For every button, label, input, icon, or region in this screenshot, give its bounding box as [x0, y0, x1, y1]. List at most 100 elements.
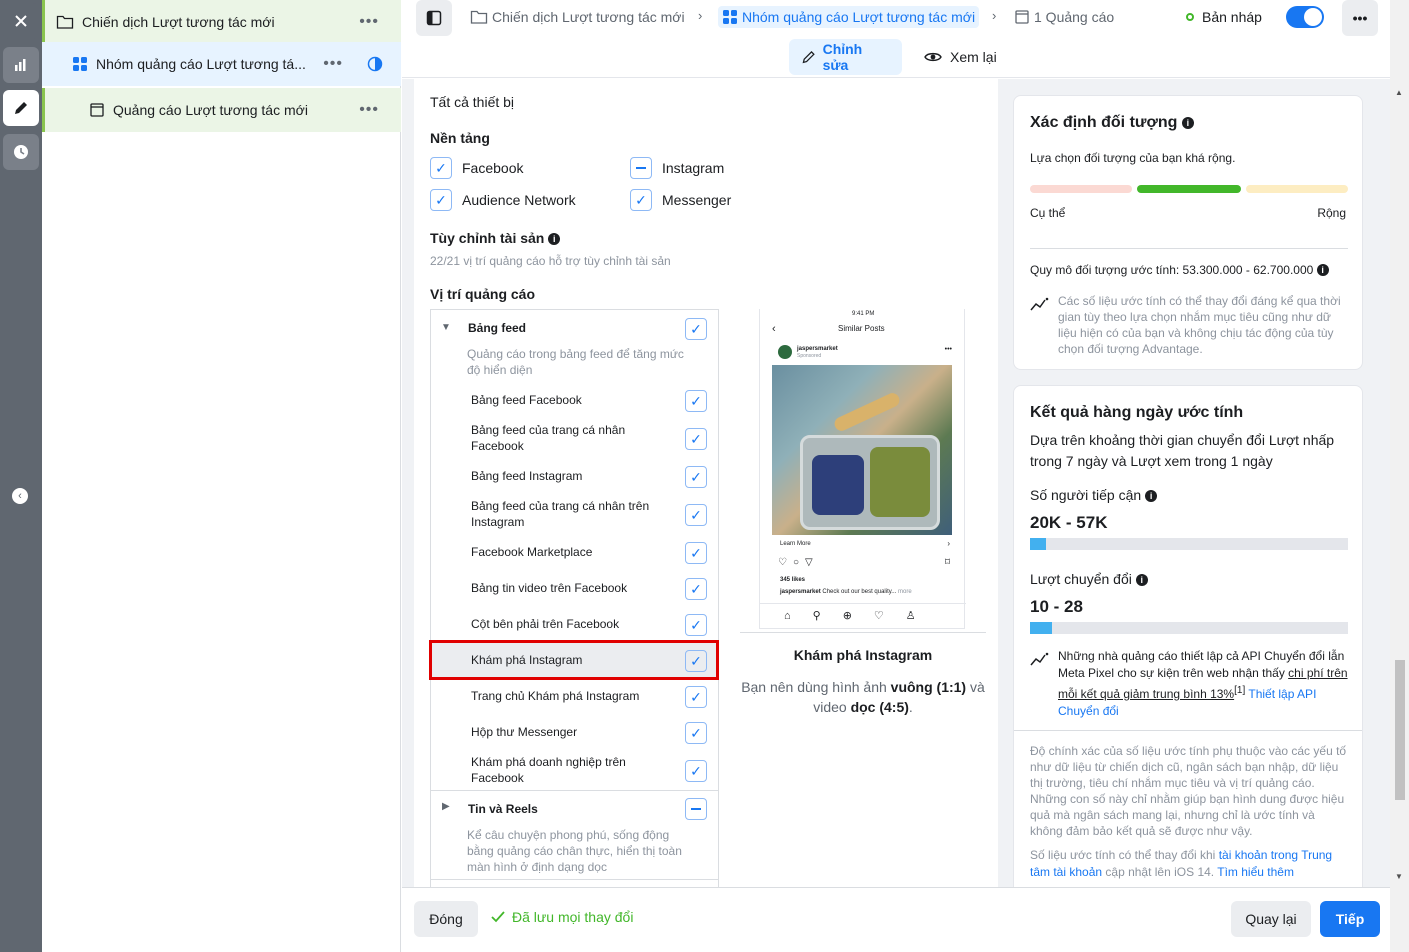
- divider: [431, 790, 718, 791]
- chevron-right-icon: ›: [698, 8, 703, 23]
- draft-status: Bản nháp: [1186, 6, 1262, 28]
- placement-checkbox[interactable]: ✓: [685, 722, 707, 744]
- breadcrumb-campaign-label: Chiến dịch Lượt tương tác mới: [492, 9, 685, 25]
- tab-edit[interactable]: Chỉnh sửa: [789, 39, 902, 75]
- divider: [1030, 248, 1348, 249]
- daily-results-card: Kết quả hàng ngày ước tính Dựa trên khoả…: [1013, 385, 1363, 887]
- tree-item-adset[interactable]: Nhóm quảng cáo Lượt tương tá... •••: [42, 42, 401, 86]
- tree-item-ad[interactable]: Quảng cáo Lượt tương tác mới •••: [42, 88, 401, 132]
- page-scrollbar[interactable]: ▲ ▼: [1390, 0, 1409, 952]
- audience-title-text: Xác định đối tượng: [1030, 114, 1178, 131]
- ad-more-button[interactable]: •••: [359, 101, 379, 119]
- feed-group-label: Bảng feed: [468, 321, 527, 335]
- meter-broad-segment: [1246, 185, 1348, 193]
- caption-more: more: [897, 589, 912, 595]
- tree-campaign-label: Chiến dịch Lượt tương tác mới: [82, 14, 275, 30]
- pencil-icon: [802, 51, 815, 64]
- ios-note-text-2: cập nhật lên iOS 14.: [1105, 865, 1215, 879]
- info-icon[interactable]: i: [1135, 574, 1148, 586]
- divider: [760, 603, 966, 604]
- tree-item-campaign[interactable]: Chiến dịch Lượt tương tác mới •••: [42, 0, 401, 44]
- reach-bar: [1030, 538, 1348, 550]
- close-button[interactable]: [3, 3, 39, 39]
- preview-title: Khám phá Instagram: [793, 647, 933, 663]
- next-button[interactable]: Tiếp: [1320, 901, 1380, 937]
- edit-mode-button[interactable]: [3, 90, 39, 126]
- preview-account: jaspersmarket: [797, 346, 838, 352]
- campaign-more-button[interactable]: •••: [359, 13, 379, 31]
- audience-title: Xác định đối tượng i: [1030, 114, 1194, 132]
- divider: [1014, 730, 1362, 731]
- audience-definition-card: Xác định đối tượng i Lựa chọn đối tượng …: [1013, 95, 1363, 370]
- platform-facebook-checkbox[interactable]: ✓: [430, 157, 452, 179]
- trend-icon: [1030, 297, 1049, 311]
- feed-group-desc: Quảng cáo trong bảng feed để tăng mức độ…: [467, 347, 684, 377]
- reports-button[interactable]: [3, 47, 39, 83]
- tab-review[interactable]: Xem lại: [912, 39, 1009, 75]
- divider: [740, 632, 986, 633]
- eye-icon: [924, 52, 942, 62]
- placement-checkbox[interactable]: ✓: [685, 760, 707, 782]
- platform-audience-network-checkbox[interactable]: ✓: [430, 189, 452, 211]
- minus-icon: [636, 167, 646, 169]
- api-note-sup: [1]: [1234, 685, 1246, 696]
- stories-group-label: Tin và Reels: [468, 802, 538, 816]
- placement-item: Facebook Marketplace: [471, 545, 593, 559]
- devices-value: Tất cả thiết bị: [430, 94, 515, 110]
- info-icon[interactable]: i: [1181, 117, 1194, 129]
- stories-group-checkbox[interactable]: [685, 798, 707, 820]
- conversions-bar: [1030, 622, 1348, 634]
- preview-sponsored: Sponsored: [797, 353, 822, 359]
- caret-right-icon[interactable]: ▶: [442, 801, 450, 812]
- chevron-left-icon: ‹: [772, 323, 776, 335]
- sidebar-icon: [426, 10, 442, 26]
- phone-screen-title: Similar Posts: [838, 324, 885, 333]
- platform-messenger-checkbox[interactable]: ✓: [630, 189, 652, 211]
- meter-active-segment: [1137, 185, 1241, 193]
- back-button[interactable]: Quay lại: [1231, 901, 1311, 937]
- info-icon[interactable]: i: [1145, 490, 1158, 502]
- header-more-button[interactable]: •••: [1342, 0, 1378, 36]
- platform-instagram-checkbox[interactable]: [630, 157, 652, 179]
- learn-more-link[interactable]: Tìm hiểu thêm: [1217, 865, 1294, 879]
- phone-time: 9:41 PM: [852, 311, 875, 317]
- placement-checkbox[interactable]: ✓: [685, 428, 707, 450]
- placement-item: Bảng tin video trên Facebook: [471, 581, 628, 595]
- placement-checkbox[interactable]: ✓: [685, 578, 707, 600]
- breadcrumb-ad[interactable]: 1 Quảng cáo: [1014, 6, 1114, 28]
- placements-card: Tất cả thiết bị Nền tảng ✓ Facebook Inst…: [414, 79, 998, 887]
- pencil-icon: [15, 102, 27, 114]
- placement-preview-phone: 9:41 PM ‹ Similar Posts jaspersmarket Sp…: [759, 309, 966, 629]
- publish-toggle[interactable]: [1286, 6, 1324, 28]
- collapse-panel-button[interactable]: ‹: [12, 488, 28, 504]
- placement-checkbox[interactable]: ✓: [685, 504, 707, 526]
- audience-subtitle: Lựa chọn đối tượng của bạn khá rộng.: [1030, 151, 1236, 165]
- breadcrumb-adset-label: Nhóm quảng cáo Lượt tương tác mới: [742, 9, 976, 25]
- placement-checkbox[interactable]: ✓: [685, 614, 707, 636]
- history-button[interactable]: [3, 134, 39, 170]
- placement-checkbox[interactable]: ✓: [685, 466, 707, 488]
- bookmark-icon: ⌑: [944, 557, 950, 568]
- caret-down-icon[interactable]: ▼: [441, 322, 451, 333]
- placement-checkbox[interactable]: ✓: [685, 542, 707, 564]
- info-icon[interactable]: i: [1316, 264, 1329, 276]
- adset-more-button[interactable]: •••: [323, 55, 343, 73]
- accuracy-note: Độ chính xác của số liệu ước tính phụ th…: [1030, 744, 1347, 838]
- placement-checkbox[interactable]: ✓: [685, 390, 707, 412]
- platforms-title: Nền tảng: [430, 130, 490, 146]
- placement-item: Bảng feed Instagram: [471, 469, 583, 483]
- platform-instagram-label: Instagram: [662, 160, 725, 176]
- blueberries-shape: [812, 455, 864, 515]
- breadcrumb-adset[interactable]: Nhóm quảng cáo Lượt tương tác mới: [718, 6, 980, 28]
- ad-icon: [90, 103, 104, 117]
- toggle-sidebar-button[interactable]: [416, 0, 452, 36]
- placement-checkbox[interactable]: ✓: [685, 686, 707, 708]
- scroll-up-icon[interactable]: ▲: [1395, 88, 1403, 97]
- scrollbar-thumb[interactable]: [1395, 660, 1405, 800]
- check-icon: [491, 911, 505, 923]
- breadcrumb-campaign[interactable]: Chiến dịch Lượt tương tác mới: [470, 6, 685, 28]
- scroll-down-icon[interactable]: ▼: [1395, 872, 1403, 881]
- close-footer-button[interactable]: Đóng: [414, 901, 478, 937]
- feed-group-checkbox[interactable]: ✓: [685, 318, 707, 340]
- info-icon[interactable]: i: [548, 233, 561, 245]
